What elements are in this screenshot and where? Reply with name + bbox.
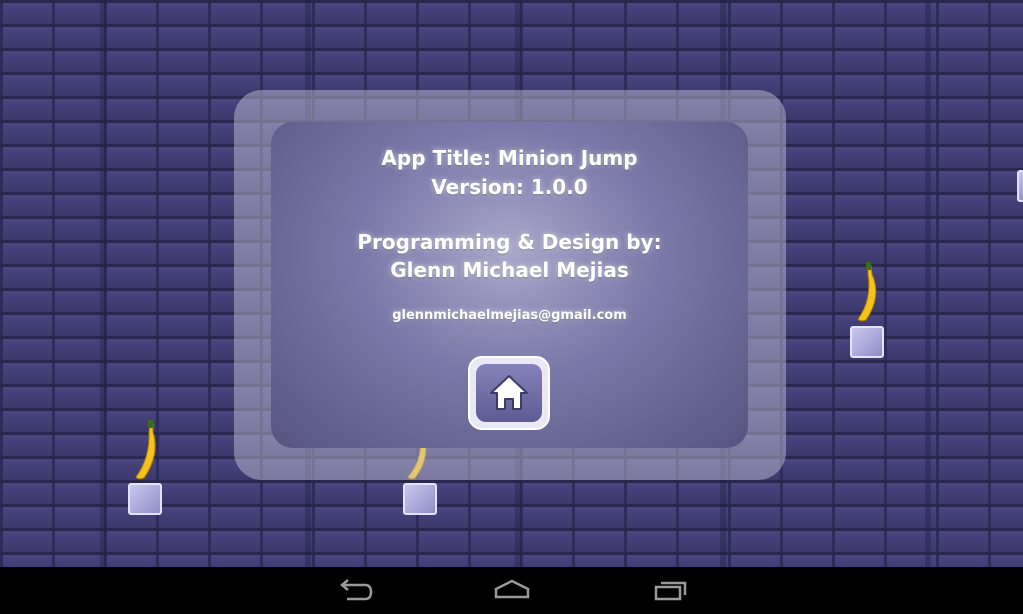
banana-icon bbox=[135, 420, 156, 480]
wall-pillar bbox=[925, 0, 931, 567]
credit-name: Glenn Michael Mejias bbox=[390, 258, 629, 282]
ice-block-platform bbox=[1017, 170, 1023, 202]
about-dialog: App Title: Minion Jump Version: 1.0.0 Pr… bbox=[271, 122, 748, 448]
ice-block-platform bbox=[128, 483, 162, 515]
ice-block-platform bbox=[850, 326, 884, 358]
home-icon bbox=[490, 375, 528, 410]
home-button[interactable] bbox=[468, 356, 550, 430]
email-text: glennmichaelmejias@gmail.com bbox=[392, 308, 627, 323]
ice-block-platform bbox=[403, 483, 437, 515]
version-text: Version: 1.0.0 bbox=[431, 175, 588, 199]
back-icon[interactable] bbox=[335, 575, 375, 605]
home-nav-icon[interactable] bbox=[492, 575, 532, 605]
banana-icon bbox=[857, 262, 877, 322]
home-button-face bbox=[476, 364, 542, 422]
recents-icon[interactable] bbox=[650, 575, 690, 605]
credit-heading: Programming & Design by: bbox=[357, 230, 662, 254]
app-title-text: App Title: Minion Jump bbox=[381, 146, 638, 170]
wall-pillar bbox=[100, 0, 106, 567]
system-nav-bar bbox=[0, 567, 1023, 614]
